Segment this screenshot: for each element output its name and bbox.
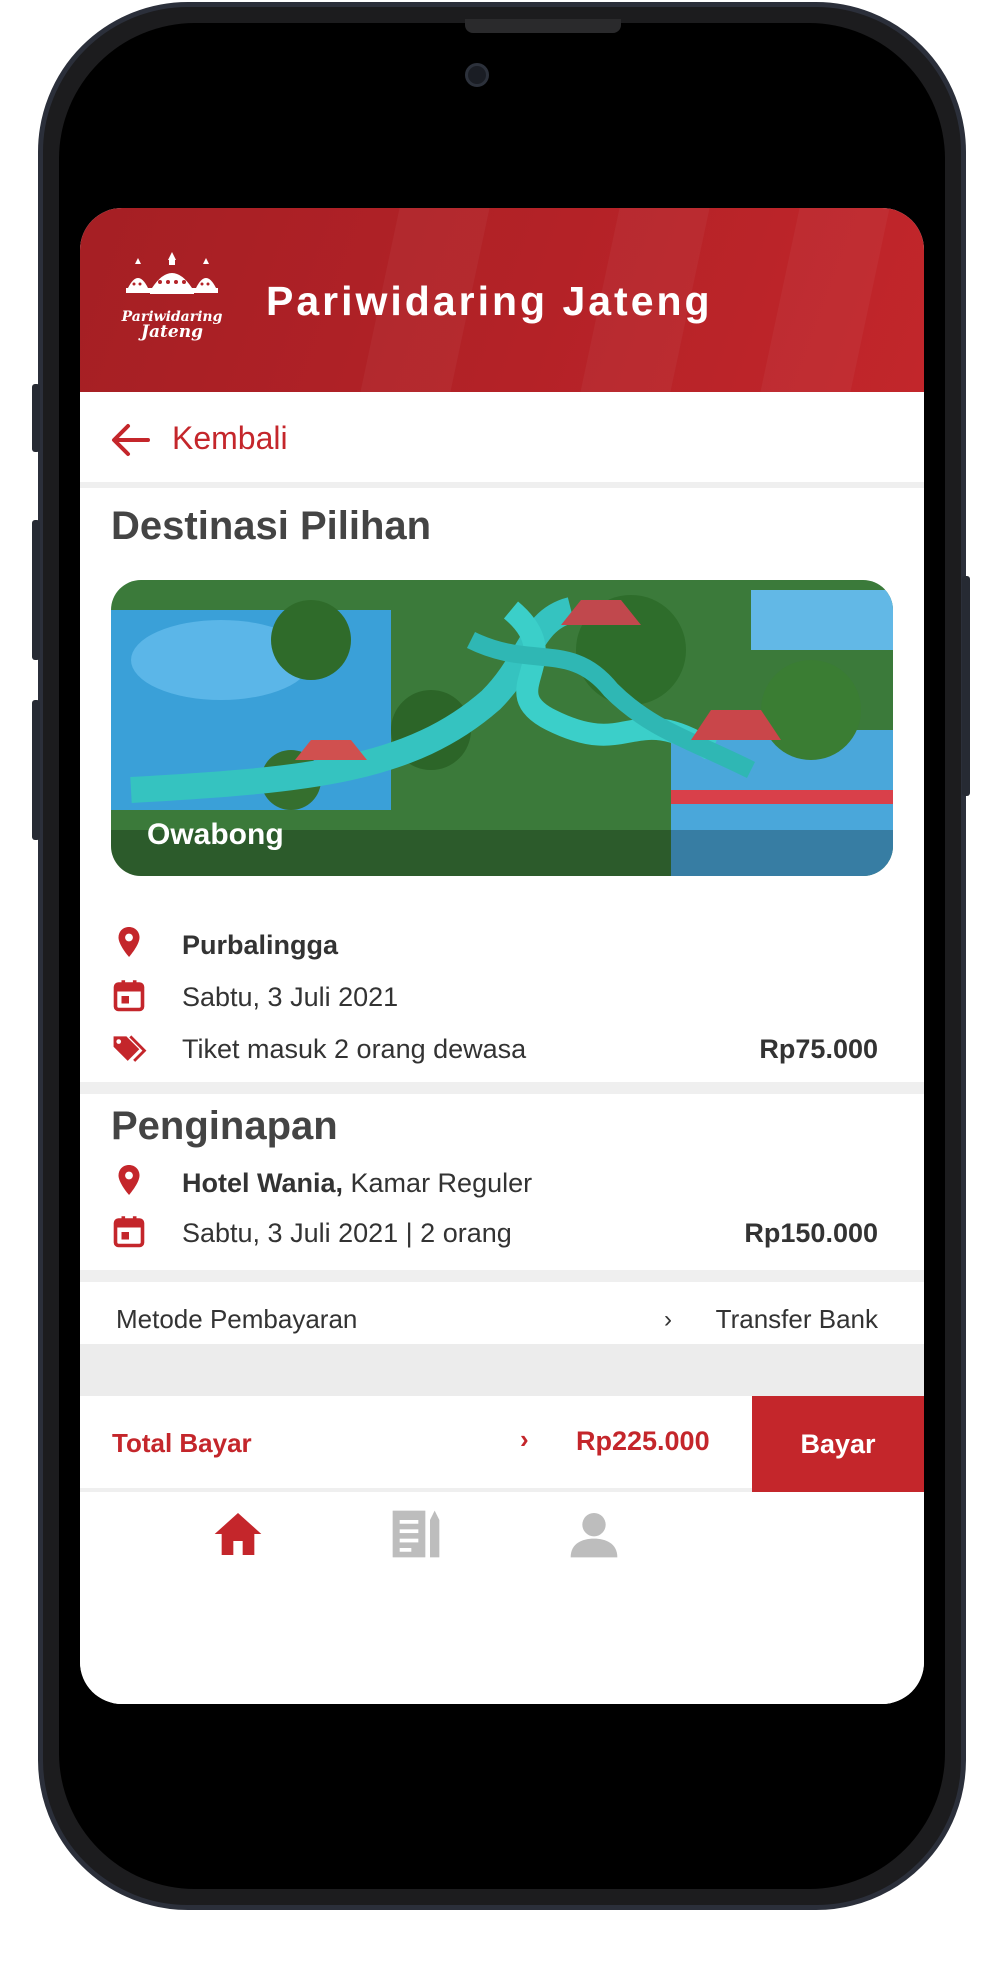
person-icon[interactable] bbox=[566, 1506, 622, 1562]
app-screen: Pariwidaring Jateng Pariwidaring Jateng … bbox=[80, 208, 924, 1704]
app-logo: Pariwidaring Jateng bbox=[116, 248, 228, 344]
lodging-date-people: Sabtu, 3 Juli 2021 | 2 orang bbox=[182, 1218, 512, 1248]
ticket-tag-icon bbox=[113, 1035, 147, 1062]
temple-logo-icon bbox=[126, 252, 218, 294]
bottom-nav bbox=[80, 1492, 924, 1704]
app-header: Pariwidaring Jateng Pariwidaring Jateng bbox=[80, 208, 924, 392]
destination-location: Purbalingga bbox=[182, 930, 339, 960]
front-camera bbox=[465, 63, 489, 87]
spacer-band bbox=[80, 1344, 924, 1396]
destination-image[interactable]: Owabong bbox=[111, 580, 893, 876]
calendar-icon bbox=[113, 980, 145, 1012]
chevron-right-icon[interactable]: › bbox=[520, 1424, 529, 1455]
lodging-section-title: Penginapan bbox=[111, 1104, 338, 1148]
destination-date: Sabtu, 3 Juli 2021 bbox=[182, 982, 399, 1012]
pay-button[interactable]: Bayar bbox=[752, 1396, 924, 1492]
logo-wordmark: Pariwidaring Jateng bbox=[116, 310, 228, 342]
calendar-icon bbox=[113, 1216, 145, 1248]
location-pin-icon bbox=[118, 927, 140, 957]
side-button-power bbox=[962, 576, 970, 796]
section-divider bbox=[80, 1082, 924, 1094]
back-bar[interactable]: Kembali bbox=[80, 392, 924, 488]
document-icon[interactable] bbox=[388, 1506, 444, 1562]
home-icon[interactable] bbox=[210, 1506, 266, 1562]
destination-name: Owabong bbox=[147, 818, 284, 851]
chevron-right-icon: › bbox=[664, 1306, 672, 1333]
side-button-volume-up bbox=[32, 520, 40, 660]
total-amount: Rp225.000 bbox=[576, 1426, 710, 1456]
ticket-description: Tiket masuk 2 orang dewasa bbox=[182, 1034, 527, 1064]
location-pin-icon bbox=[118, 1165, 140, 1195]
total-bar: Total Bayar › Rp225.000 Bayar bbox=[80, 1396, 924, 1492]
ticket-price: Rp75.000 bbox=[759, 1034, 878, 1064]
back-button[interactable]: Kembali bbox=[172, 420, 288, 457]
payment-method-value[interactable]: Transfer Bank bbox=[716, 1304, 878, 1335]
side-button-mute bbox=[32, 384, 40, 452]
hotel-name: Hotel Wania, bbox=[182, 1168, 344, 1198]
logo-text-line-2: Jateng bbox=[141, 322, 203, 342]
section-divider bbox=[80, 1270, 924, 1282]
side-button-volume-down bbox=[32, 700, 40, 840]
room-type: Kamar Reguler bbox=[350, 1168, 533, 1198]
destination-section-title: Destinasi Pilihan bbox=[111, 504, 432, 548]
total-label: Total Bayar bbox=[112, 1428, 252, 1458]
payment-method-label: Metode Pembayaran bbox=[116, 1304, 358, 1334]
arrow-left-icon[interactable] bbox=[110, 422, 150, 458]
hotel-info: Hotel Wania, Kamar Reguler bbox=[182, 1168, 532, 1199]
lodging-price: Rp150.000 bbox=[744, 1218, 878, 1248]
header-decoration bbox=[760, 208, 890, 392]
speaker-grille bbox=[465, 19, 621, 33]
app-title: Pariwidaring Jateng bbox=[266, 278, 713, 324]
